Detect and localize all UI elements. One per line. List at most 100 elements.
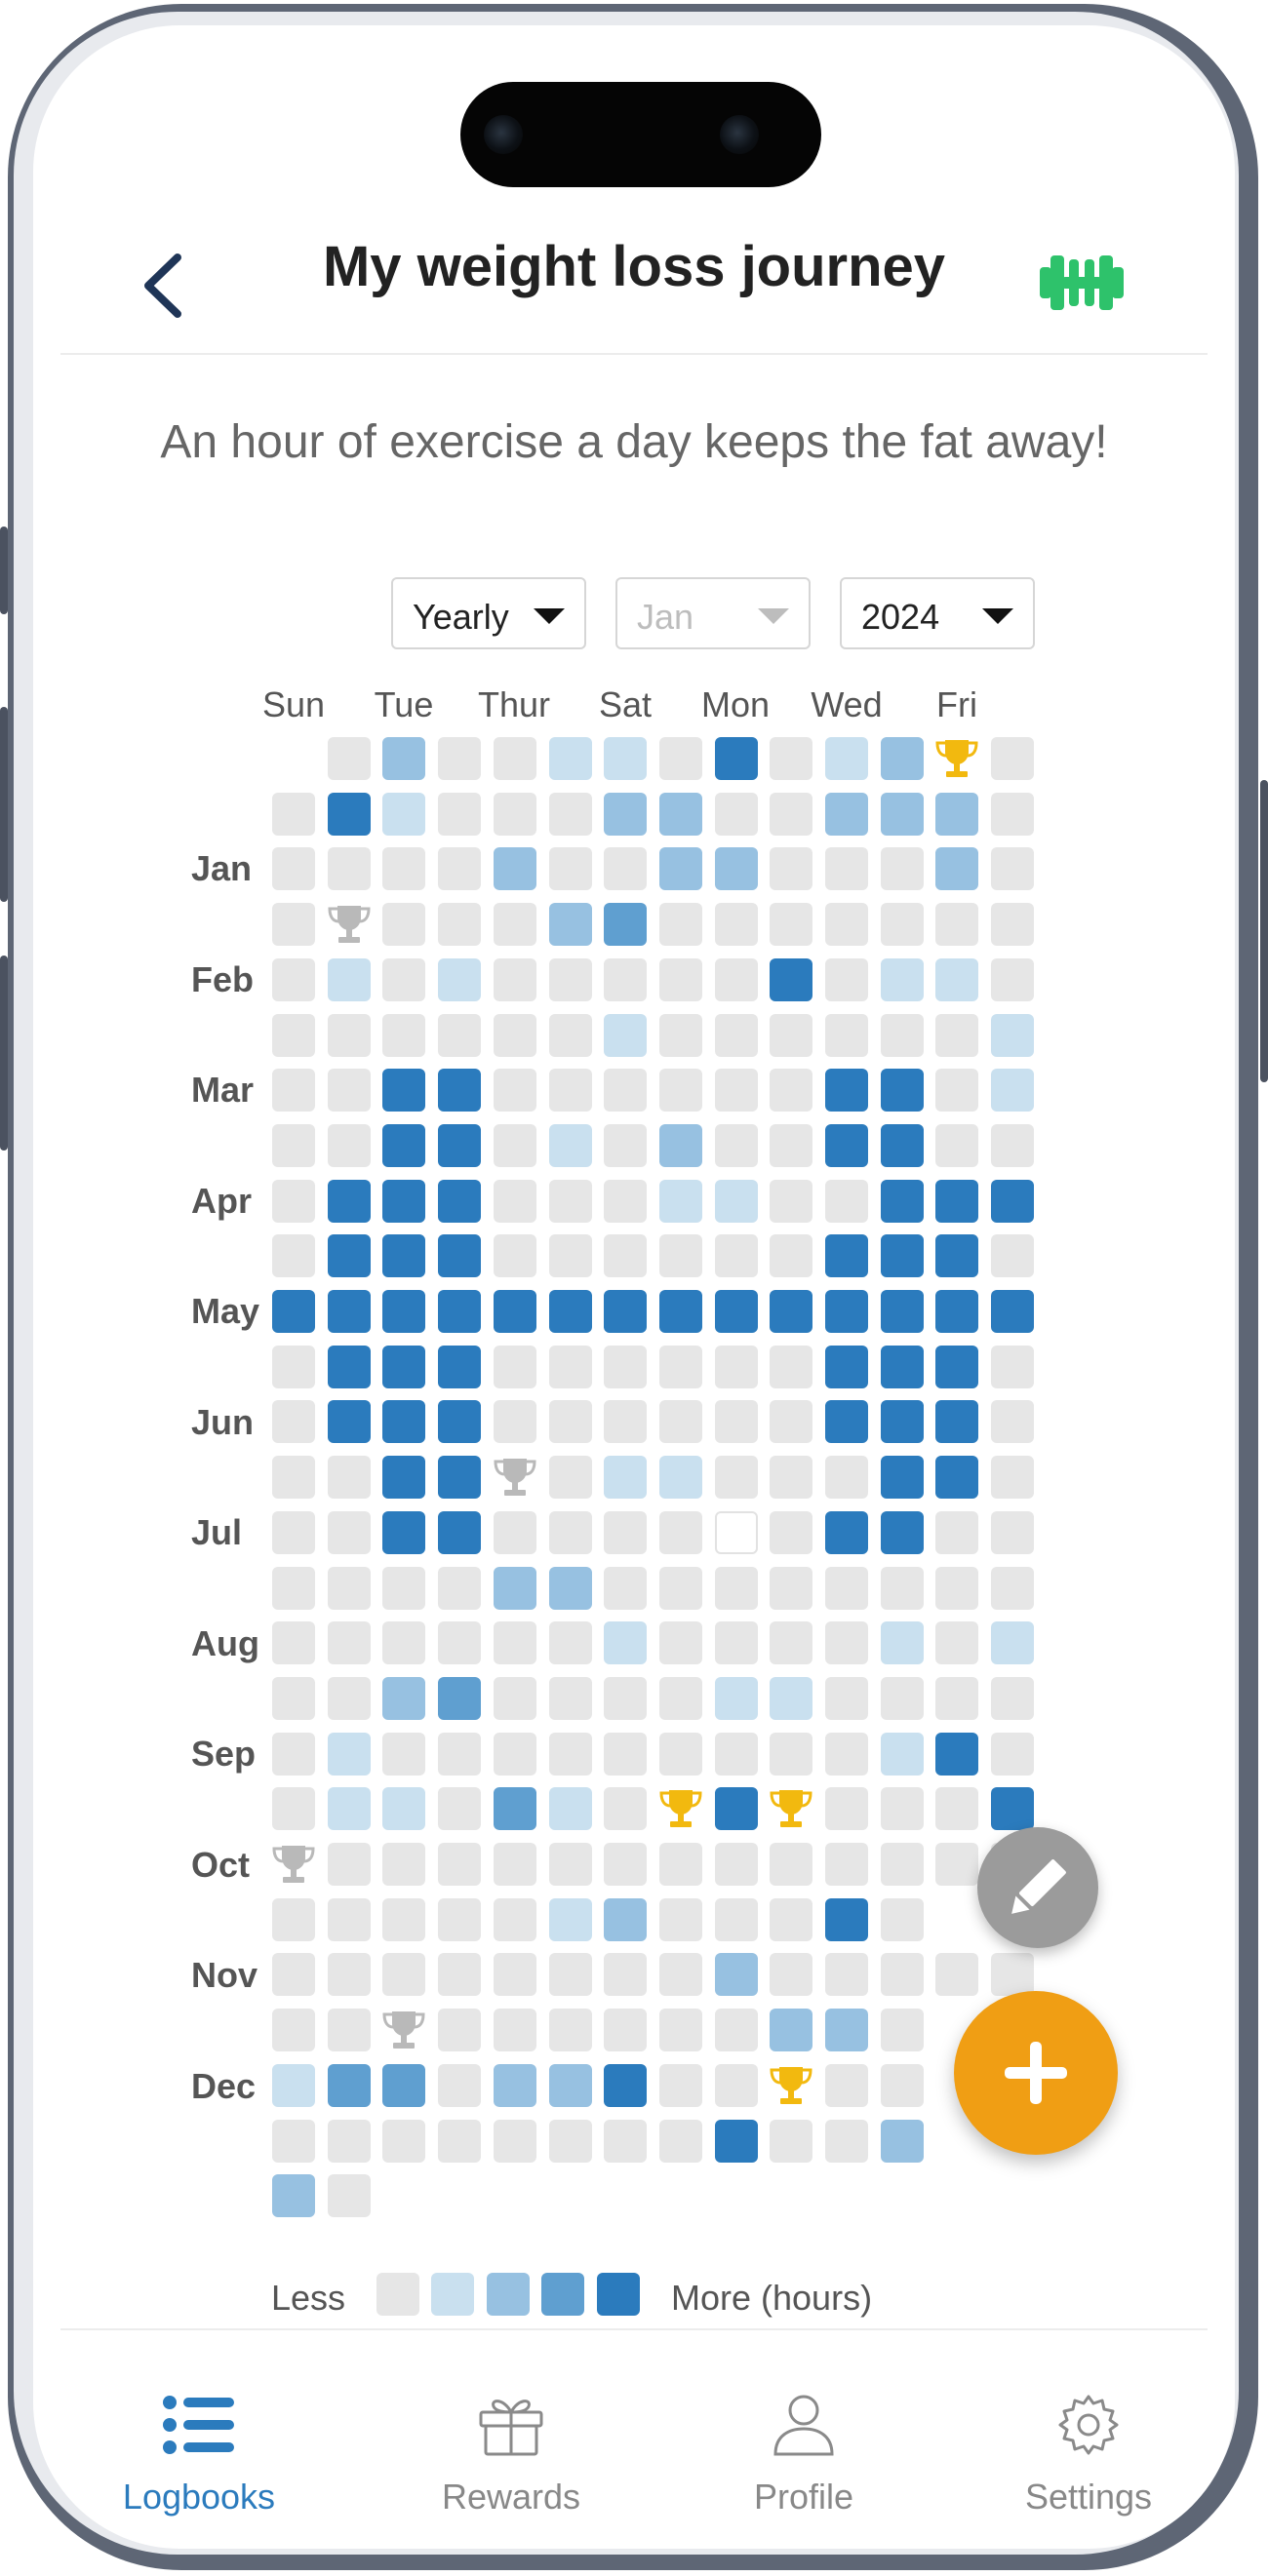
heatmap-day-cell[interactable] (604, 2063, 648, 2107)
heatmap-day-cell[interactable] (991, 1953, 1035, 1997)
heatmap-day-cell[interactable] (991, 847, 1035, 891)
dumbbell-icon[interactable] (1038, 244, 1126, 322)
heatmap-day-cell[interactable] (548, 1123, 592, 1167)
heatmap-day-cell[interactable] (604, 1234, 648, 1278)
heatmap-day-cell[interactable] (825, 737, 868, 780)
heatmap-day-cell[interactable] (658, 903, 702, 947)
heatmap-day-cell[interactable] (548, 1843, 592, 1886)
heatmap-day-cell[interactable] (382, 1732, 426, 1776)
heatmap-day-cell[interactable] (825, 2063, 868, 2107)
heatmap-day-cell[interactable] (327, 1510, 371, 1554)
heatmap-day-cell[interactable] (327, 1676, 371, 1720)
heatmap-day-cell[interactable] (438, 1621, 482, 1665)
heatmap-day-cell[interactable] (770, 847, 813, 891)
heatmap-day-cell[interactable] (493, 1676, 536, 1720)
heatmap-day-cell[interactable] (604, 1179, 648, 1223)
heatmap-day-cell[interactable] (493, 1843, 536, 1886)
heatmap-day-cell[interactable] (714, 1179, 758, 1223)
heatmap-day-cell[interactable] (714, 2063, 758, 2107)
heatmap-day-cell[interactable] (493, 1953, 536, 1997)
heatmap-day-cell[interactable] (658, 1290, 702, 1333)
heatmap-day-cell[interactable] (438, 903, 482, 947)
heatmap-day-cell[interactable] (382, 1621, 426, 1665)
heatmap-day-cell[interactable] (825, 1843, 868, 1886)
heatmap-day-cell[interactable] (991, 1566, 1035, 1610)
heatmap-day-cell[interactable] (658, 1345, 702, 1388)
heatmap-day-cell[interactable] (493, 2119, 536, 2163)
heatmap-day-cell[interactable] (438, 1179, 482, 1223)
heatmap-day-cell[interactable] (935, 1345, 979, 1388)
heatmap-day-cell[interactable] (991, 1787, 1035, 1831)
trophy-icon[interactable] (656, 1784, 705, 1833)
heatmap-day-cell[interactable] (327, 737, 371, 780)
heatmap-day-cell[interactable] (825, 1345, 868, 1388)
heatmap-day-cell[interactable] (935, 1234, 979, 1278)
heatmap-day-cell[interactable] (714, 2119, 758, 2163)
heatmap-day-cell[interactable] (272, 1566, 315, 1610)
heatmap-day-cell[interactable] (880, 1953, 924, 1997)
heatmap-day-cell[interactable] (493, 2009, 536, 2052)
heatmap-day-cell[interactable] (327, 1456, 371, 1500)
heatmap-day-cell[interactable] (272, 1123, 315, 1167)
heatmap-day-cell[interactable] (880, 1566, 924, 1610)
heatmap-day-cell[interactable] (991, 1676, 1035, 1720)
heatmap-day-cell[interactable] (438, 1510, 482, 1554)
heatmap-day-cell[interactable] (272, 1234, 315, 1278)
heatmap-day-cell[interactable] (604, 847, 648, 891)
heatmap-day-cell[interactable] (714, 2009, 758, 2052)
heatmap-day-cell[interactable] (604, 2119, 648, 2163)
heatmap-day-cell[interactable] (438, 1676, 482, 1720)
heatmap-day-cell[interactable] (382, 847, 426, 891)
heatmap-day-cell[interactable] (272, 1953, 315, 1997)
heatmap-day-cell[interactable] (604, 1676, 648, 1720)
heatmap-day-cell[interactable] (327, 1897, 371, 1941)
heatmap-day-cell[interactable] (880, 1123, 924, 1167)
heatmap-day-cell[interactable] (548, 903, 592, 947)
heatmap-day-cell[interactable] (548, 1400, 592, 1444)
heatmap-day-cell[interactable] (327, 1234, 371, 1278)
heatmap-day-cell[interactable] (327, 2009, 371, 2052)
heatmap-day-cell[interactable] (493, 1621, 536, 1665)
heatmap-day-cell[interactable] (880, 847, 924, 891)
heatmap-day-cell[interactable] (382, 1843, 426, 1886)
heatmap-day-cell[interactable] (770, 1456, 813, 1500)
heatmap-day-cell[interactable] (825, 1676, 868, 1720)
heatmap-day-cell[interactable] (327, 792, 371, 836)
heatmap-day-cell[interactable] (658, 1897, 702, 1941)
heatmap-day-cell[interactable] (604, 1732, 648, 1776)
heatmap-day-cell[interactable] (382, 903, 426, 947)
heatmap-day-cell[interactable] (935, 1290, 979, 1333)
heatmap-day-cell[interactable] (770, 1400, 813, 1444)
heatmap-day-cell[interactable] (991, 1345, 1035, 1388)
heatmap-day-cell[interactable] (880, 957, 924, 1001)
heatmap-day-cell[interactable] (272, 1179, 315, 1223)
heatmap-day-cell[interactable] (935, 1013, 979, 1057)
heatmap-day-cell[interactable] (770, 1510, 813, 1554)
heatmap-day-cell[interactable] (272, 1510, 315, 1554)
heatmap-day-cell[interactable] (272, 2063, 315, 2107)
heatmap-day-cell[interactable] (714, 1456, 758, 1500)
heatmap-day-cell[interactable] (991, 903, 1035, 947)
heatmap-day-cell[interactable] (991, 1510, 1035, 1554)
heatmap-day-cell[interactable] (327, 1566, 371, 1610)
heatmap-day-cell[interactable] (880, 1290, 924, 1333)
heatmap-day-cell[interactable] (382, 1179, 426, 1223)
heatmap-day-cell[interactable] (548, 737, 592, 780)
heatmap-day-cell[interactable] (658, 2009, 702, 2052)
heatmap-day-cell[interactable] (382, 1345, 426, 1388)
heatmap-day-cell[interactable] (714, 1566, 758, 1610)
heatmap-day-cell[interactable] (272, 1897, 315, 1941)
heatmap-day-cell[interactable] (548, 1234, 592, 1278)
heatmap-day-cell[interactable] (935, 1123, 979, 1167)
heatmap-day-cell[interactable] (880, 1179, 924, 1223)
trophy-icon[interactable] (491, 1453, 539, 1502)
heatmap-day-cell[interactable] (991, 1013, 1035, 1057)
heatmap-day-cell[interactable] (658, 792, 702, 836)
heatmap-day-cell[interactable] (493, 2063, 536, 2107)
period-select[interactable]: Yearly (391, 577, 586, 649)
heatmap-day-cell[interactable] (770, 1897, 813, 1941)
heatmap-day-cell[interactable] (272, 1290, 315, 1333)
heatmap-day-cell[interactable] (658, 2119, 702, 2163)
heatmap-day-cell[interactable] (714, 1843, 758, 1886)
heatmap-day-cell[interactable] (714, 1787, 758, 1831)
